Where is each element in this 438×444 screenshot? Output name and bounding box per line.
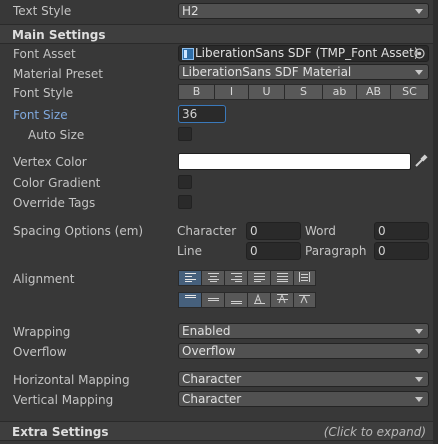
chevron-down-icon <box>415 397 423 402</box>
align-left-button[interactable] <box>178 270 201 286</box>
align-center-icon <box>207 273 219 282</box>
auto-size-label: Auto Size <box>28 128 85 142</box>
align-center-button[interactable] <box>201 270 224 286</box>
align-geometry-icon <box>299 272 310 282</box>
chevron-down-icon <box>415 377 423 382</box>
underline-button[interactable]: U <box>248 84 284 100</box>
bold-button[interactable]: B <box>178 84 214 100</box>
align-top-button[interactable] <box>178 292 201 308</box>
align-middle-button[interactable] <box>201 292 224 308</box>
font-asset-icon <box>182 48 194 60</box>
font-asset-value: LiberationSans SDF (TMP_Font Asset) <box>195 46 419 60</box>
align-right-icon <box>230 273 242 282</box>
color-gradient-label: Color Gradient <box>13 176 101 190</box>
wrapping-label: Wrapping <box>13 325 71 339</box>
text-style-dropdown[interactable]: H2 <box>178 3 429 19</box>
uppercase-button[interactable]: AB <box>356 84 390 100</box>
vertical-mapping-dropdown[interactable]: Character <box>178 391 429 407</box>
spacing-options-label: Spacing Options (em) <box>13 224 144 238</box>
italic-button[interactable]: I <box>214 84 248 100</box>
vertical-alignment-buttons <box>178 292 316 308</box>
eyedropper-icon[interactable] <box>414 154 428 168</box>
align-capline-button[interactable] <box>293 292 316 308</box>
lowercase-button[interactable]: ab <box>322 84 356 100</box>
extra-settings-header[interactable]: Extra Settings (Click to expand) <box>0 421 438 441</box>
align-midline-icon <box>276 293 288 304</box>
paragraph-spacing-input[interactable]: 0 <box>374 242 429 260</box>
vertex-color-label: Vertex Color <box>13 155 87 169</box>
align-capline-icon <box>299 294 310 304</box>
vertex-color-swatch[interactable] <box>178 153 411 170</box>
object-picker-icon[interactable] <box>414 48 425 59</box>
align-geometry-center-button[interactable] <box>293 270 316 286</box>
horizontal-mapping-dropdown[interactable]: Character <box>178 371 429 387</box>
vertical-mapping-label: Vertical Mapping <box>13 393 114 407</box>
line-spacing-input[interactable]: 0 <box>246 242 301 260</box>
wrapping-value: Enabled <box>182 324 231 338</box>
align-justified-button[interactable] <box>247 270 270 286</box>
wrapping-dropdown[interactable]: Enabled <box>178 323 429 339</box>
material-preset-value: LiberationSans SDF Material <box>182 65 352 79</box>
material-preset-dropdown[interactable]: LiberationSans SDF Material <box>178 64 429 80</box>
align-midline-button[interactable] <box>270 292 293 308</box>
override-tags-label: Override Tags <box>13 196 96 210</box>
text-style-label: Text Style <box>13 4 72 18</box>
paragraph-spacing-label: Paragraph <box>305 244 367 258</box>
font-size-input[interactable]: 36 <box>178 105 226 123</box>
text-style-value: H2 <box>182 4 199 18</box>
material-preset-label: Material Preset <box>13 67 103 81</box>
align-bottom-button[interactable] <box>224 292 247 308</box>
chevron-down-icon <box>415 9 423 14</box>
align-flush-icon <box>276 273 288 282</box>
color-gradient-checkbox[interactable] <box>178 175 192 189</box>
align-left-icon <box>184 273 196 282</box>
word-spacing-label: Word <box>305 224 336 238</box>
align-justified-icon <box>253 273 265 282</box>
align-baseline-button[interactable] <box>247 292 270 308</box>
horizontal-mapping-label: Horizontal Mapping <box>13 373 130 387</box>
font-asset-label: Font Asset <box>13 47 76 61</box>
overflow-label: Overflow <box>13 345 67 359</box>
align-top-icon <box>184 295 196 298</box>
main-settings-header[interactable]: Main Settings <box>0 24 438 44</box>
font-size-label: Font Size <box>13 108 68 122</box>
word-spacing-input[interactable]: 0 <box>374 222 429 240</box>
main-settings-title: Main Settings <box>12 28 106 42</box>
font-style-buttons: B I U S ab AB SC <box>178 84 429 100</box>
character-spacing-input[interactable]: 0 <box>246 222 301 240</box>
auto-size-checkbox[interactable] <box>178 127 192 141</box>
smallcaps-button[interactable]: SC <box>390 84 429 100</box>
overflow-dropdown[interactable]: Overflow <box>178 343 429 359</box>
vertical-mapping-value: Character <box>182 392 242 406</box>
chevron-down-icon <box>415 329 423 334</box>
align-middle-icon <box>207 298 219 301</box>
chevron-down-icon <box>415 70 423 75</box>
alignment-label: Alignment <box>13 272 75 286</box>
scrollbar[interactable] <box>433 0 438 444</box>
override-tags-checkbox[interactable] <box>178 195 192 209</box>
character-spacing-label: Character <box>177 224 237 238</box>
align-flush-button[interactable] <box>270 270 293 286</box>
line-spacing-label: Line <box>177 244 203 258</box>
horizontal-mapping-value: Character <box>182 372 242 386</box>
align-bottom-icon <box>230 301 242 304</box>
font-asset-field[interactable]: LiberationSans SDF (TMP_Font Asset) <box>178 45 429 62</box>
strikethrough-button[interactable]: S <box>284 84 322 100</box>
font-style-label: Font Style <box>13 86 74 100</box>
extra-settings-title: Extra Settings <box>12 425 109 439</box>
horizontal-alignment-buttons <box>178 270 316 286</box>
align-right-button[interactable] <box>224 270 247 286</box>
align-baseline-icon <box>253 293 265 304</box>
extra-settings-hint: (Click to expand) <box>323 425 426 439</box>
chevron-down-icon <box>415 349 423 354</box>
overflow-value: Overflow <box>182 344 236 358</box>
